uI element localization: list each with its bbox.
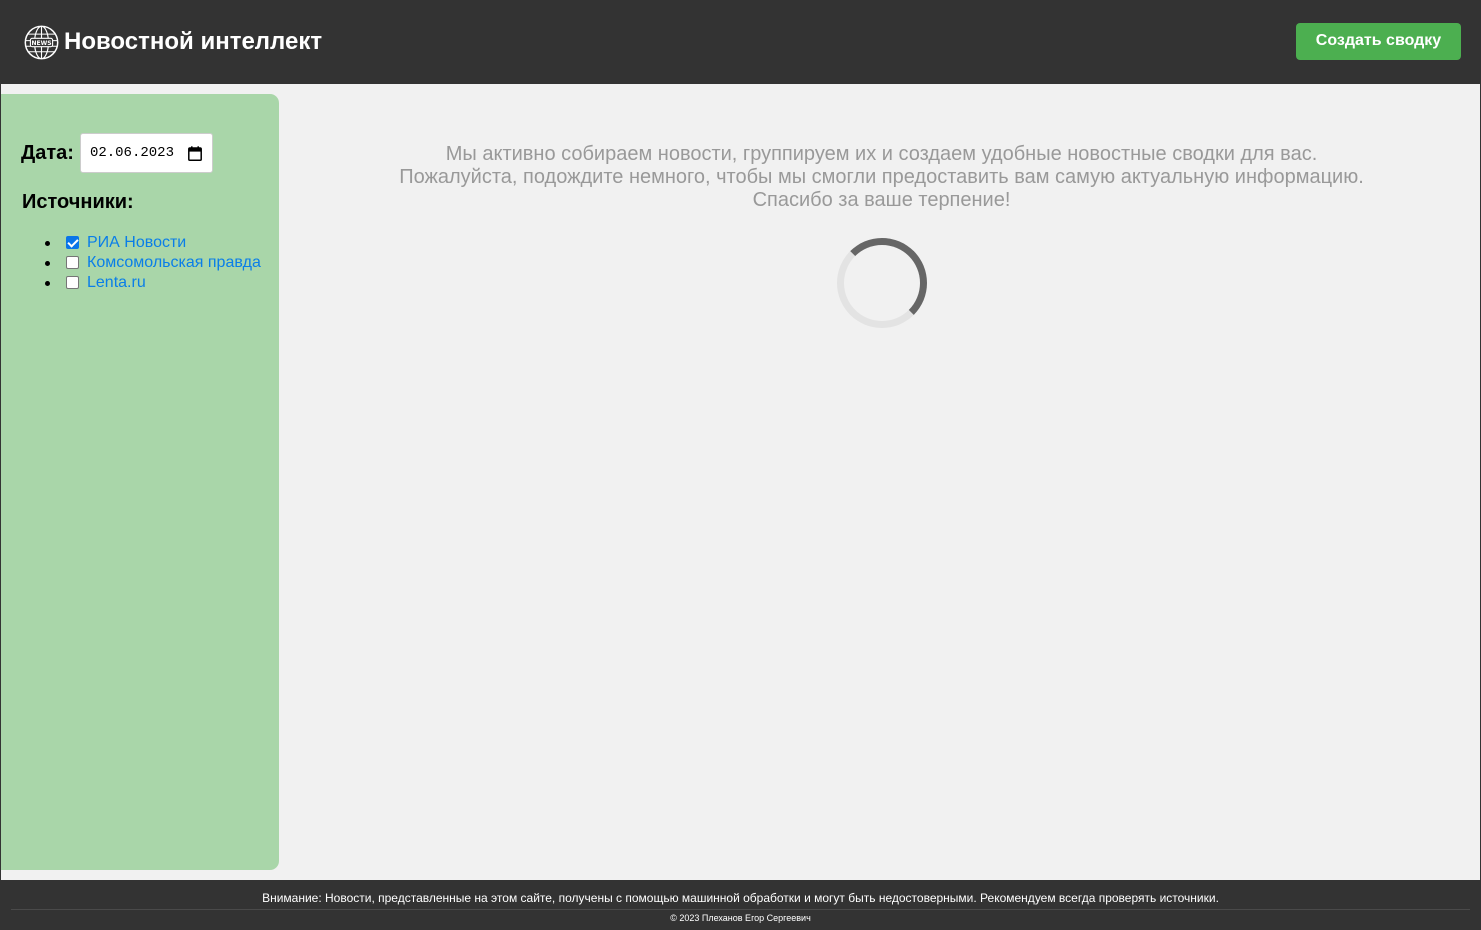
source-checkbox-lenta[interactable] [66, 276, 79, 289]
disclaimer-text: Внимание: Новости, представленные на это… [262, 891, 1219, 905]
sources-title: Источники: [22, 191, 134, 213]
bullet [45, 281, 50, 286]
page: NEWS Новостной интеллект Создать сводку … [0, 0, 1481, 930]
footer: Внимание: Новости, представленные на это… [1, 880, 1480, 930]
source-checkbox-ria[interactable] [66, 236, 79, 249]
source-link-lenta[interactable]: Lenta.ru [87, 274, 146, 292]
date-value: 02.06.2023 [89, 145, 174, 161]
date-input[interactable]: 02.06.2023 [79, 133, 213, 173]
brand[interactable]: NEWS Новостной интеллект [23, 24, 322, 61]
bullet [45, 241, 50, 246]
sidebar: Дата: 02.06.2023 Источники: РИА Новости [1, 94, 279, 870]
copyright-text: © 2023 Плеханов Егор Сергеевич [670, 913, 811, 923]
date-row: Дата: 02.06.2023 [21, 133, 213, 173]
bullet [45, 261, 50, 266]
globe-news-logo-icon: NEWS [24, 25, 59, 59]
source-checkbox-kp[interactable] [66, 256, 79, 269]
source-link-ria[interactable]: РИА Новости [87, 234, 186, 252]
top-bar: NEWS Новостной интеллект Создать сводку [1, 0, 1480, 84]
message-line-1: Мы активно собираем новости, группируем … [445, 143, 1318, 165]
calendar-icon[interactable] [188, 145, 202, 161]
source-link-kp[interactable]: Комсомольская правда [87, 254, 261, 272]
create-summary-button[interactable]: Создать сводку [1296, 22, 1461, 60]
logo-text: NEWS [31, 39, 51, 46]
message-line-2: Пожалуйста, подождите немного, чтобы мы … [399, 166, 1364, 188]
message-line-3: Спасибо за ваше терпение! [752, 189, 1011, 211]
site-title: Новостной интеллект [64, 28, 323, 55]
loading-spinner-icon [837, 238, 927, 328]
loading-message: Мы активно собираем новости, группируем … [281, 143, 1481, 212]
date-label: Дата: [21, 141, 74, 164]
